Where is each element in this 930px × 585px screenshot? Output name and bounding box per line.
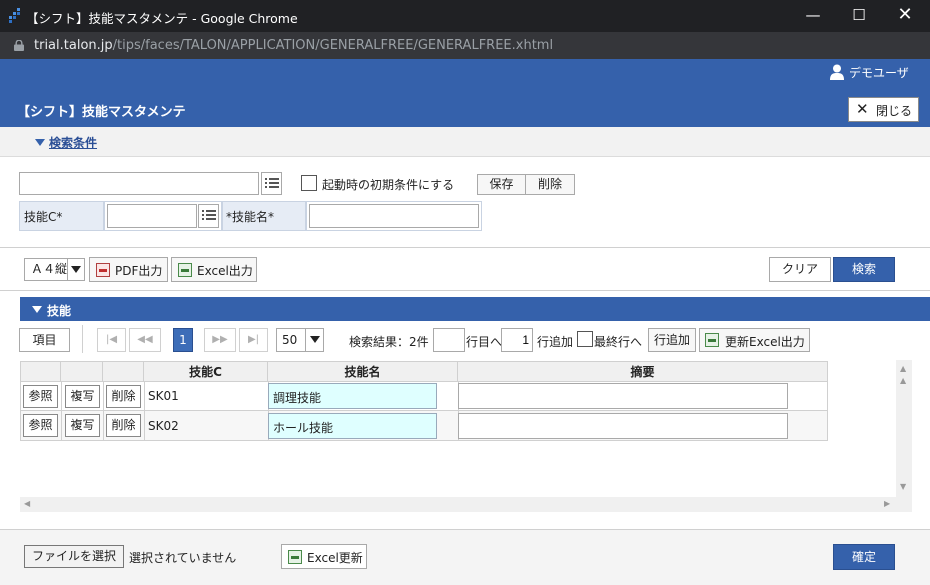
skill-name-cell-input[interactable]: 調理技能	[268, 383, 437, 409]
skill-name-input[interactable]	[309, 204, 479, 228]
list-icon	[265, 177, 279, 189]
scroll-down-icon[interactable]: ▼	[900, 482, 906, 491]
row-delete-button[interactable]: 削除	[106, 385, 141, 408]
window-title: 【シフト】技能マスタメンテ - Google Chrome	[26, 11, 298, 26]
save-condition-button[interactable]: 保存	[477, 174, 526, 195]
talon-logo-icon	[9, 8, 20, 23]
first-page-button[interactable]: |◀	[97, 328, 126, 352]
page-title: 【シフト】技能マスタメンテ	[17, 105, 186, 120]
skill-section-title[interactable]: 技能	[47, 302, 71, 319]
prev-page-icon: ◀◀	[137, 334, 153, 345]
excel-update-button[interactable]: Excel更新	[281, 544, 367, 569]
delete-condition-button[interactable]: 削除	[525, 174, 575, 195]
columns-button[interactable]: 項目	[19, 328, 70, 352]
row-view-button[interactable]: 参照	[23, 414, 58, 437]
dropdown-arrow-icon[interactable]	[305, 329, 323, 351]
user-name[interactable]: デモユーザ	[849, 64, 909, 81]
next-page-button[interactable]: ▶▶	[204, 328, 236, 352]
row-view-button[interactable]: 参照	[23, 385, 58, 408]
url-text[interactable]: trial.talon.jp/tips/faces/TALON/APPLICAT…	[34, 38, 553, 53]
paper-size-value: Ａ４縦	[31, 262, 68, 276]
update-excel-export-button[interactable]: 更新Excel出力	[699, 328, 810, 352]
scroll-left-icon[interactable]: ◀	[24, 499, 30, 508]
note-cell-input[interactable]	[458, 383, 788, 409]
list-icon	[202, 209, 216, 221]
grid-header-delete	[103, 361, 144, 382]
skill-name-cell-input[interactable]: ホール技能	[268, 413, 437, 439]
next-page-icon: ▶▶	[212, 334, 228, 345]
grid-header-skill-code[interactable]: 技能C	[144, 361, 268, 382]
address-bar[interactable]: trial.talon.jp/tips/faces/TALON/APPLICAT…	[0, 32, 930, 59]
skill-code-value: SK02	[148, 419, 179, 433]
excel-icon	[705, 333, 719, 347]
minimize-icon[interactable]: —	[790, 0, 836, 32]
skill-code-label: 技能C*	[24, 210, 63, 224]
pdf-icon	[96, 263, 110, 277]
startup-condition-checkbox[interactable]	[301, 175, 317, 191]
note-cell-input[interactable]	[458, 413, 788, 439]
skill-code-list-button[interactable]	[198, 204, 219, 228]
close-button[interactable]: ✕ 閉じる	[848, 97, 919, 122]
scroll-up-icon[interactable]: ▲	[900, 364, 906, 373]
maximize-icon[interactable]: ☐	[836, 0, 882, 32]
search-conditions-header	[0, 127, 930, 157]
file-status: 選択されていません	[129, 551, 237, 565]
grid-vertical-scrollbar[interactable]: ▲ ▲ ▼	[896, 360, 912, 497]
page-size-value: 50	[282, 333, 298, 347]
row-delete-button[interactable]: 削除	[106, 414, 141, 437]
lock-icon	[14, 40, 24, 51]
search-conditions-toggle[interactable]: 検索条件	[49, 134, 97, 151]
last-row-checkbox[interactable]	[577, 331, 593, 347]
dropdown-arrow-icon[interactable]	[67, 259, 84, 280]
user-icon	[830, 64, 844, 80]
add-row-button[interactable]: 行追加	[648, 328, 696, 352]
add-row-count-input[interactable]	[501, 328, 533, 352]
excel-export-button[interactable]: Excel出力	[171, 257, 257, 282]
close-icon: ✕	[856, 100, 869, 118]
last-page-button[interactable]: ▶|	[239, 328, 268, 352]
grid-horizontal-scrollbar[interactable]: ◀ ▶	[20, 497, 912, 512]
skill-code-input[interactable]	[107, 204, 197, 228]
window-titlebar: 【シフト】技能マスタメンテ - Google Chrome — ☐ ✕	[0, 0, 930, 32]
first-page-icon: |◀	[105, 334, 118, 345]
grid-header-copy	[61, 361, 103, 382]
last-page-icon: ▶|	[247, 334, 260, 345]
startup-condition-label: 起動時の初期条件にする	[322, 178, 455, 192]
choose-file-button[interactable]: ファイルを選択	[24, 545, 124, 568]
skill-code-value: SK01	[148, 389, 179, 403]
preset-condition-input[interactable]	[19, 172, 259, 195]
close-window-icon[interactable]: ✕	[882, 0, 928, 32]
excel-icon	[178, 263, 192, 277]
scroll-up-icon[interactable]: ▲	[900, 376, 906, 385]
prev-page-button[interactable]: ◀◀	[129, 328, 161, 352]
skill-section-header	[20, 297, 930, 321]
row-copy-button[interactable]: 複写	[65, 414, 100, 437]
grid-header-ref	[20, 361, 61, 382]
current-page-button[interactable]: 1	[173, 328, 193, 352]
collapse-triangle-icon[interactable]	[32, 306, 42, 313]
grid-header-note[interactable]: 摘要	[458, 361, 828, 382]
preset-list-button[interactable]	[261, 172, 282, 195]
search-result-count: 検索結果：2件	[349, 335, 429, 349]
excel-icon	[288, 550, 302, 564]
confirm-button[interactable]: 確定	[833, 544, 895, 570]
goto-row-label[interactable]: 行目へ	[466, 333, 502, 350]
clear-button[interactable]: クリア	[769, 257, 831, 282]
divider	[82, 325, 83, 353]
pdf-export-button[interactable]: PDF出力	[89, 257, 168, 282]
scroll-right-icon[interactable]: ▶	[884, 499, 890, 508]
add-rows-label[interactable]: 行追加	[537, 333, 573, 350]
collapse-triangle-icon[interactable]	[35, 139, 45, 146]
grid-header-skill-name[interactable]: 技能名	[268, 361, 458, 382]
skill-name-label: *技能名*	[226, 210, 275, 224]
search-button[interactable]: 検索	[833, 257, 895, 282]
last-row-label: 最終行へ	[594, 335, 643, 349]
row-copy-button[interactable]: 複写	[65, 385, 100, 408]
goto-row-input[interactable]	[433, 328, 465, 352]
